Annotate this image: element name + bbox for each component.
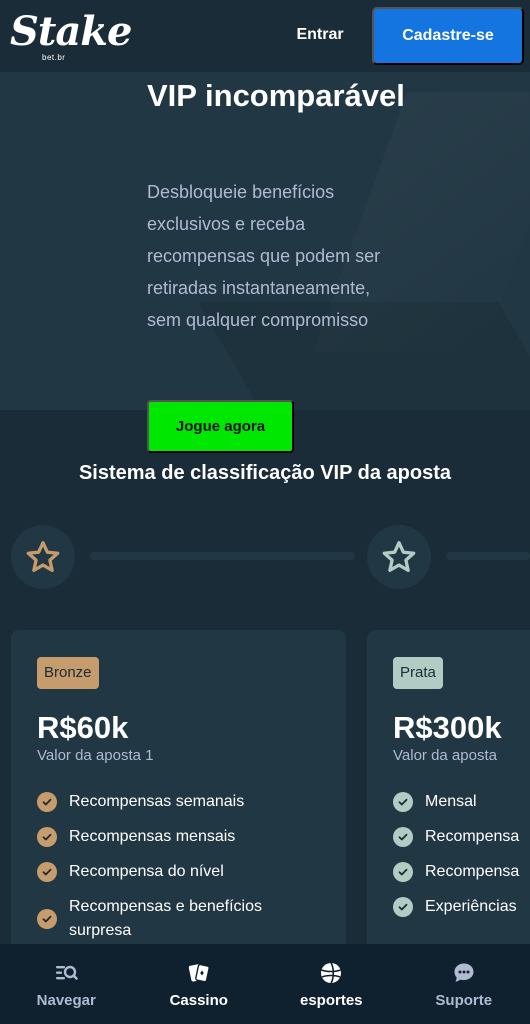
hero-banner: VIP incomparável Desbloqueie benefícios … (0, 72, 530, 410)
vip-ranking-title: Sistema de classificação VIP da aposta (78, 462, 452, 484)
timeline-line (90, 552, 355, 560)
browse-icon (56, 965, 79, 980)
ball-icon (321, 962, 342, 983)
star-icon (382, 541, 416, 572)
hero-title: VIP incomparável (147, 78, 405, 113)
benefit-list: Mensal Recompensa Recompensa Experiência… (393, 790, 530, 930)
silver-star-marker (367, 525, 431, 589)
tier-subtitle: Valor da aposta (393, 747, 497, 764)
nav-item-casino[interactable]: Cassino (133, 944, 266, 1024)
bronze-star-marker (11, 525, 75, 589)
signup-button[interactable]: Cadastre-se (372, 7, 524, 65)
tier-card-bronze: Bronze R$60k Valor da aposta 1 Recompens… (11, 630, 346, 960)
check-icon (393, 862, 413, 882)
tier-subtitle: Valor da aposta 1 (37, 747, 154, 764)
star-icon (26, 541, 60, 572)
benefit-text: Mensal (425, 793, 477, 810)
benefit-item: Recompensa (393, 825, 530, 849)
nav-label: Cassino (169, 991, 228, 1009)
benefit-item: Mensal (393, 790, 530, 814)
check-icon (393, 792, 413, 812)
benefit-item: Recompensa do nível (37, 860, 327, 884)
benefit-text: Recompensas e benefícios surpresa (69, 898, 262, 939)
benefit-item: Recompensa (393, 860, 530, 884)
nav-item-support[interactable]: Suporte (398, 944, 530, 1024)
chat-icon (454, 963, 474, 982)
benefit-text: Recompensa do nível (69, 863, 224, 880)
nav-label: Suporte (435, 991, 493, 1009)
benefit-item: Experiências (393, 895, 530, 919)
check-icon (37, 792, 57, 812)
tier-badge: Bronze (37, 657, 99, 689)
benefit-text: Recompensas mensais (69, 828, 236, 845)
check-icon (393, 897, 413, 917)
check-icon (393, 827, 413, 847)
play-now-button[interactable]: Jogue agora (147, 400, 294, 453)
bottom-navigation: Navegar Cassino esportes Suporte (0, 944, 530, 1024)
nav-label: Navegar (36, 991, 96, 1009)
top-header: Stake bet.br Entrar Cadastre-se (0, 0, 530, 72)
nav-item-browse[interactable]: Navegar (0, 944, 133, 1024)
benefit-text: Experiências (425, 898, 517, 915)
timeline-line (446, 552, 530, 560)
benefit-list: Recompensas semanais Recompensas mensais… (37, 790, 327, 954)
vip-page: Stake bet.br Entrar Cadastre-se VIP inco… (0, 0, 530, 1024)
logo-subtext: bet.br (42, 53, 66, 62)
benefit-text: Recompensas semanais (69, 793, 245, 810)
tier-card-silver: Prata R$300k Valor da aposta Mensal Reco… (367, 630, 530, 960)
tier-amount: R$300k (393, 710, 502, 745)
tier-amount: R$60k (37, 710, 129, 745)
hero-description: Desbloqueie benefícios exclusivos e rece… (147, 182, 381, 330)
benefit-text: Recompensa (425, 863, 520, 880)
cards-icon (188, 963, 210, 982)
benefit-text: Recompensa (425, 828, 520, 845)
logo-wordmark: Stake (10, 8, 132, 55)
nav-item-sports[interactable]: esportes (265, 944, 398, 1024)
check-icon (37, 862, 57, 882)
login-button[interactable]: Entrar (282, 14, 358, 56)
benefit-item: Recompensas e benefícios surpresa (37, 895, 327, 943)
nav-label: esportes (299, 991, 363, 1009)
benefit-item: Recompensas mensais (37, 825, 327, 849)
tier-badge: Prata (393, 657, 443, 689)
benefit-item: Recompensas semanais (37, 790, 327, 814)
check-icon (37, 827, 57, 847)
stake-logo[interactable]: Stake bet.br (10, 8, 132, 63)
check-icon (37, 909, 57, 929)
